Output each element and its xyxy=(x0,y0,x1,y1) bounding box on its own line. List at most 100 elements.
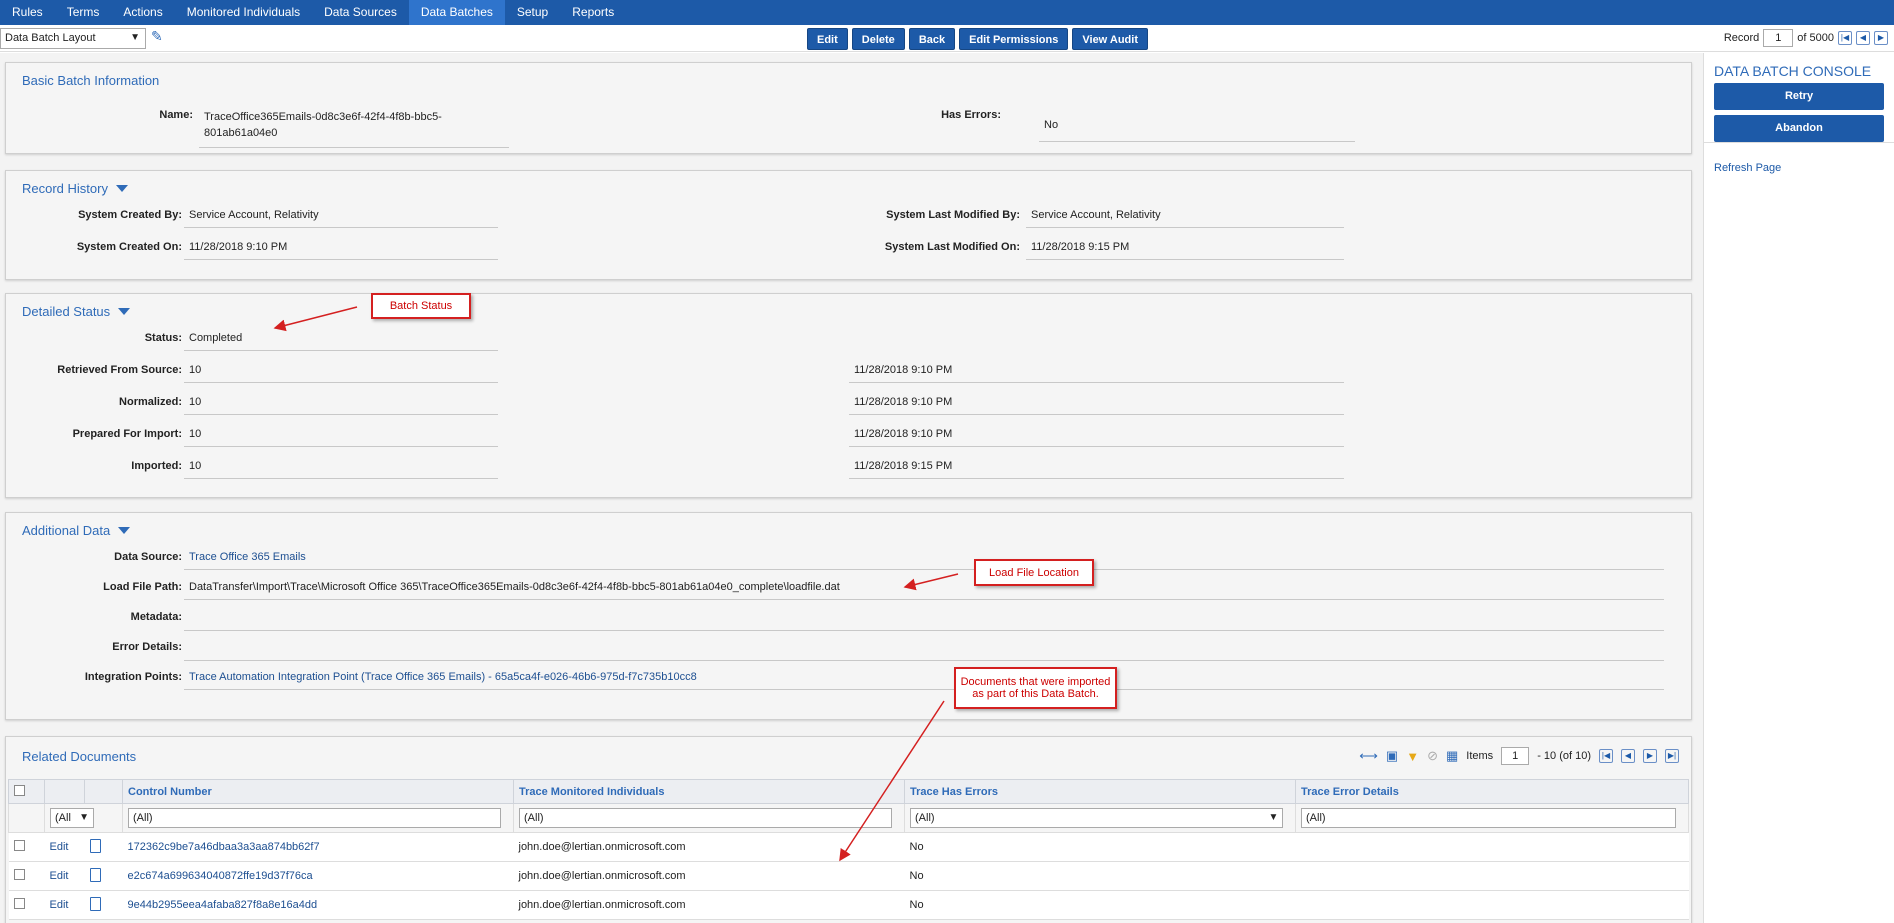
detailed-status-title-text: Detailed Status xyxy=(22,304,111,319)
data-source-link[interactable]: Trace Office 365 Emails xyxy=(184,551,1664,570)
items-label: Items xyxy=(1466,750,1494,762)
collapse-arrow-icon[interactable] xyxy=(115,185,128,192)
column-header-monitored-individuals[interactable]: Trace Monitored Individuals xyxy=(513,779,905,804)
tab-reports[interactable]: Reports xyxy=(560,0,626,25)
grid-view-icon[interactable]: ▦ xyxy=(1446,748,1458,764)
record-navigator: Record 1 of 5000 |◀ ◀ ▶ xyxy=(1724,29,1888,47)
column-header-error-details[interactable]: Trace Error Details xyxy=(1295,779,1689,804)
row-select-cell xyxy=(8,861,45,891)
detailed-status-title: Detailed Status xyxy=(22,304,131,319)
grid-toolbar: ⟷ ▣ ▼ ⊘ ▦ Items 1 - 10 (of 10) |◀ ◀ ▶ ▶| xyxy=(1359,747,1679,765)
prepared-time: 11/28/2018 9:10 PM xyxy=(849,428,1344,447)
table-row: Edit e2c674a699634040872ffe19d37f76ca jo… xyxy=(8,861,1689,891)
refresh-page-link[interactable]: Refresh Page xyxy=(1714,162,1781,174)
toolbar-buttons: Edit Delete Back Edit Permissions View A… xyxy=(807,28,1148,50)
tab-rules[interactable]: Rules xyxy=(0,0,55,25)
name-value-line2: 801ab61a04e0 xyxy=(204,127,278,139)
next-record-icon[interactable]: ▶ xyxy=(1874,31,1888,45)
view-audit-button[interactable]: View Audit xyxy=(1072,28,1148,50)
error-details-value xyxy=(184,641,1664,661)
items-range: - 10 (of 10) xyxy=(1537,750,1591,762)
modified-on-value: 11/28/2018 9:15 PM xyxy=(1026,241,1344,260)
modified-on-label: System Last Modified On: xyxy=(884,241,1020,253)
row-edit-link[interactable]: Edit xyxy=(44,861,85,891)
batch-status-callout: Batch Status xyxy=(371,293,471,319)
edit-permissions-button[interactable]: Edit Permissions xyxy=(959,28,1069,50)
row-checkbox[interactable] xyxy=(13,898,25,909)
name-value-line1: TraceOffice365Emails-0d8c3e6f-42f4-4f8b-… xyxy=(204,111,442,123)
collapse-arrow-icon[interactable] xyxy=(118,308,131,315)
error-details-cell xyxy=(1295,861,1689,891)
has-errors-filter[interactable]: (All) ▼ xyxy=(910,808,1284,828)
collapse-arrow-icon[interactable] xyxy=(118,527,131,534)
export-excel-icon[interactable]: ▣ xyxy=(1386,748,1398,764)
row-icon-cell xyxy=(84,861,123,891)
documents-callout-line1: Documents that were imported xyxy=(960,676,1111,688)
prepared-label: Prepared For Import: xyxy=(72,428,182,440)
toolbar: Data Batch Layout ▼ ✎ Edit Delete Back E… xyxy=(0,25,1894,52)
filter-cell: (All) xyxy=(122,803,514,833)
error-details-filter[interactable]: (All) xyxy=(1301,808,1677,828)
first-page-icon[interactable]: |◀ xyxy=(1599,749,1613,763)
row-checkbox[interactable] xyxy=(13,840,25,851)
abandon-button[interactable]: Abandon xyxy=(1714,115,1884,142)
normalized-count: 10 xyxy=(184,396,498,415)
record-history-title-text: Record History xyxy=(22,181,108,196)
tab-data-sources[interactable]: Data Sources xyxy=(312,0,409,25)
record-label: Record xyxy=(1723,32,1760,44)
retry-button[interactable]: Retry xyxy=(1714,83,1884,110)
status-label: Status: xyxy=(144,332,182,344)
control-number-link[interactable]: 172362c9be7a46dbaa3a3aa874bb62f7 xyxy=(122,832,514,862)
type-filter-select[interactable]: (All ▼ xyxy=(50,808,94,828)
monitored-individuals-filter[interactable]: (All) xyxy=(519,808,893,828)
prev-page-icon[interactable]: ◀ xyxy=(1621,749,1635,763)
modified-by-label: System Last Modified By: xyxy=(886,209,1020,221)
document-icon[interactable] xyxy=(89,867,101,882)
first-record-icon[interactable]: |◀ xyxy=(1838,31,1852,45)
resize-columns-icon[interactable]: ⟷ xyxy=(1359,748,1378,764)
integration-point-link[interactable]: Trace Automation Integration Point (Trac… xyxy=(184,671,1664,690)
filter-cell: (All) xyxy=(1295,803,1689,833)
control-number-filter[interactable]: (All) xyxy=(128,808,502,828)
retrieved-time: 11/28/2018 9:10 PM xyxy=(849,364,1344,383)
control-number-link[interactable]: e2c674a699634040872ffe19d37f76ca xyxy=(122,861,514,891)
items-input[interactable]: 1 xyxy=(1501,747,1530,765)
filter-icon[interactable]: ▼ xyxy=(1406,749,1419,764)
related-documents-table: Control Number Trace Monitored Individua… xyxy=(8,779,1689,920)
pencil-icon[interactable]: ✎ xyxy=(151,28,163,45)
delete-button[interactable]: Delete xyxy=(851,28,905,50)
row-edit-link[interactable]: Edit xyxy=(44,890,85,920)
tab-setup[interactable]: Setup xyxy=(505,0,560,25)
edit-button[interactable]: Edit xyxy=(807,28,848,50)
clear-filter-icon[interactable]: ⊘ xyxy=(1427,748,1438,764)
next-page-icon[interactable]: ▶ xyxy=(1643,749,1657,763)
prev-record-icon[interactable]: ◀ xyxy=(1856,31,1870,45)
record-input[interactable]: 1 xyxy=(1763,29,1794,47)
row-checkbox[interactable] xyxy=(13,869,25,880)
filter-cell xyxy=(8,803,45,833)
retrieved-label: Retrieved From Source: xyxy=(57,364,182,376)
icon-header xyxy=(84,779,123,804)
tab-actions[interactable]: Actions xyxy=(111,0,174,25)
document-icon[interactable] xyxy=(89,896,101,911)
monitored-individual-cell: john.doe@lertian.onmicrosoft.com xyxy=(513,890,905,920)
last-page-icon[interactable]: ▶| xyxy=(1665,749,1679,763)
select-all-checkbox[interactable] xyxy=(14,784,25,796)
control-number-link[interactable]: 9e44b2955eea4afaba827f8a8e16a4dd xyxy=(122,890,514,920)
load-file-path-value: DataTransfer\Import\Trace\Microsoft Offi… xyxy=(184,581,1664,600)
documents-callout-line2: as part of this Data Batch. xyxy=(972,688,1099,700)
created-on-value: 11/28/2018 9:10 PM xyxy=(184,241,498,260)
status-value: Completed xyxy=(184,332,498,351)
row-edit-link[interactable]: Edit xyxy=(44,832,85,862)
document-icon[interactable] xyxy=(89,838,101,853)
layout-select[interactable]: Data Batch Layout ▼ xyxy=(0,28,146,49)
back-button[interactable]: Back xyxy=(908,28,956,50)
prepared-count: 10 xyxy=(184,428,498,447)
column-header-has-errors[interactable]: Trace Has Errors xyxy=(904,779,1296,804)
imported-label: Imported: xyxy=(131,460,182,472)
tab-terms[interactable]: Terms xyxy=(55,0,112,25)
monitored-individual-cell: john.doe@lertian.onmicrosoft.com xyxy=(513,861,905,891)
tab-monitored-individuals[interactable]: Monitored Individuals xyxy=(175,0,312,25)
tab-data-batches[interactable]: Data Batches xyxy=(408,0,505,25)
column-header-control-number[interactable]: Control Number xyxy=(122,779,514,804)
